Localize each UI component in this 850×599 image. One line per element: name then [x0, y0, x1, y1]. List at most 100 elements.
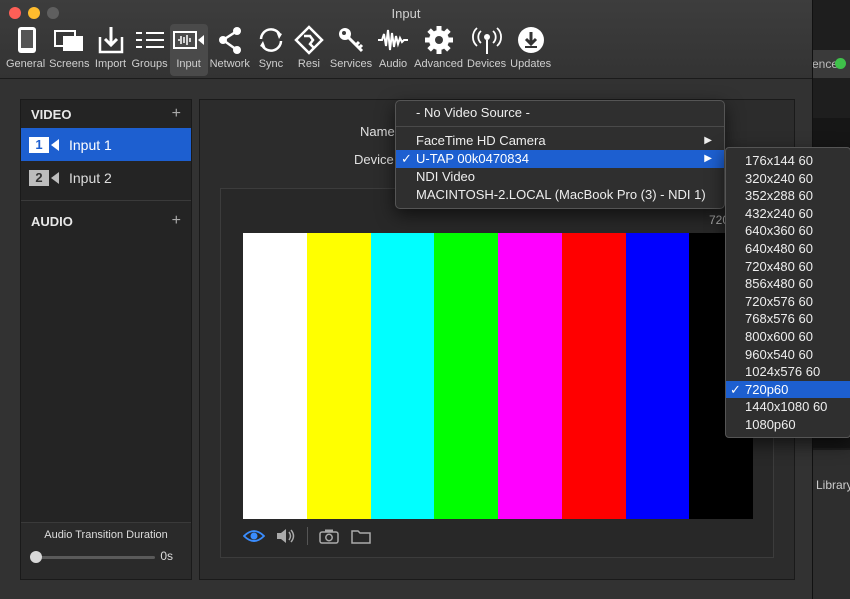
color-bar — [561, 233, 626, 519]
format-menu-item[interactable]: 800x600 60 — [726, 328, 850, 346]
format-menu-item-label: 432x240 60 — [745, 205, 813, 221]
tab-devices[interactable]: Devices — [465, 24, 508, 76]
menu-item-no-video-source[interactable]: - No Video Source - — [396, 104, 724, 122]
menu-item-u-tap[interactable]: ✓ U-TAP 00k0470834 ▶ — [396, 150, 724, 168]
menu-item-label: U-TAP 00k0470834 — [416, 151, 529, 166]
tab-label: Devices — [467, 58, 507, 70]
network-icon — [213, 24, 247, 56]
tab-label: Services — [329, 58, 373, 70]
groups-icon — [133, 24, 167, 56]
submenu-arrow-icon: ▶ — [704, 153, 712, 164]
camera-icon — [51, 138, 59, 151]
tab-resi[interactable]: Resi — [290, 24, 328, 76]
format-menu-item-label: 320x240 60 — [745, 170, 813, 186]
menu-separator — [396, 126, 724, 127]
format-menu-item-label: 720p60 — [745, 381, 789, 397]
audio-transition-slider-knob[interactable] — [30, 551, 42, 563]
screens-icon — [52, 24, 86, 56]
tab-advanced[interactable]: Advanced — [412, 24, 465, 76]
sidebar-item-input-1[interactable]: 1 Input 1 — [21, 128, 191, 161]
format-menu-item[interactable]: 1024x576 60 — [726, 363, 850, 381]
format-menu-item[interactable]: 720x480 60 — [726, 258, 850, 276]
checkmark-icon: ✓ — [401, 151, 412, 166]
color-bar — [434, 233, 498, 519]
sidebar-item-input-2[interactable]: 2 Input 2 — [21, 161, 191, 194]
tab-audio[interactable]: Audio — [374, 24, 412, 76]
format-menu-item[interactable]: 640x360 60 — [726, 222, 850, 240]
audio-transition-value: 0s — [160, 549, 173, 563]
menu-item-macintosh-ndi[interactable]: MACINTOSH-2.LOCAL (MacBook Pro (3) - NDI… — [396, 186, 724, 204]
format-menu-item-label: 720x576 60 — [745, 293, 813, 309]
color-bar — [243, 233, 307, 519]
import-icon — [94, 24, 128, 56]
format-menu-item[interactable]: ✓ 720p60 — [726, 380, 850, 399]
format-menu-item[interactable]: 960x540 60 — [726, 346, 850, 364]
status-dot-green — [835, 58, 846, 69]
format-menu-item[interactable]: 176x144 60 — [726, 152, 850, 170]
tab-label: Advanced — [414, 58, 464, 70]
tab-import[interactable]: Import — [92, 24, 130, 76]
tab-label: Input — [176, 58, 201, 70]
format-menu-item-label: 720x480 60 — [745, 258, 813, 274]
folder-icon[interactable] — [350, 527, 372, 545]
inputs-sidebar: VIDEO + 1 Input 1 2 Input 2 AUDIO + Audi… — [20, 99, 192, 580]
checkmark-icon: ✓ — [730, 381, 741, 397]
format-menu-item[interactable]: 640x480 60 — [726, 240, 850, 258]
format-menu-item[interactable]: 856x480 60 — [726, 275, 850, 293]
tab-updates[interactable]: Updates — [508, 24, 553, 76]
advanced-gear-icon — [422, 24, 456, 56]
format-menu-item-label: 1080p60 — [745, 417, 796, 432]
devices-antenna-icon — [470, 24, 504, 56]
camera-snapshot-icon[interactable] — [318, 527, 340, 545]
speaker-icon[interactable] — [275, 527, 297, 545]
color-bar — [498, 233, 562, 519]
controls-divider — [307, 527, 308, 545]
format-menu-item[interactable]: 1080p60 — [726, 416, 850, 434]
audio-waveform-icon — [376, 24, 410, 56]
tab-label: Updates — [510, 58, 552, 70]
device-dropdown-menu: - No Video Source - FaceTime HD Camera ▶… — [395, 100, 725, 209]
tab-services[interactable]: Services — [328, 24, 374, 76]
audio-section-title: AUDIO — [31, 213, 73, 229]
color-bar — [370, 233, 435, 519]
format-menu-item-label: 856x480 60 — [745, 276, 813, 292]
input-label: Input 1 — [69, 136, 112, 153]
format-menu-item[interactable]: 720x576 60 — [726, 293, 850, 311]
add-audio-input-button[interactable]: + — [172, 212, 181, 230]
format-menu-item[interactable]: 320x240 60 — [726, 170, 850, 188]
menu-item-label: MACINTOSH-2.LOCAL (MacBook Pro (3) - NDI… — [416, 187, 706, 202]
submenu-arrow-icon: ▶ — [704, 135, 712, 146]
format-menu-item[interactable]: 768x576 60 — [726, 310, 850, 328]
format-menu-item-label: 176x144 60 — [745, 153, 813, 168]
audio-transition-slider-track[interactable] — [33, 556, 155, 559]
tab-groups[interactable]: Groups — [130, 24, 170, 76]
window-title: Input — [391, 6, 421, 21]
video-section-title: VIDEO — [31, 106, 72, 122]
device-field-label: Device — [354, 152, 394, 167]
menu-item-label: - No Video Source - — [416, 105, 530, 120]
input-number-badge: 2 — [29, 169, 49, 186]
preview-controls — [243, 527, 372, 545]
video-preview-panel: 720 — [220, 188, 774, 558]
audio-transition-label: Audio Transition Duration — [44, 529, 168, 541]
color-bar — [625, 233, 690, 519]
audio-transition-panel: Audio Transition Duration 0s — [21, 522, 191, 579]
add-video-input-button[interactable]: + — [172, 105, 181, 123]
color-bar — [306, 233, 371, 519]
format-menu-item-label: 768x576 60 — [745, 311, 813, 327]
input-number-badge: 1 — [29, 136, 49, 153]
format-menu-item-label: 1024x576 60 — [745, 364, 821, 380]
tab-screens[interactable]: Screens — [47, 24, 91, 76]
format-menu-item[interactable]: 352x288 60 — [726, 187, 850, 205]
menu-item-ndi-video[interactable]: NDI Video — [396, 168, 724, 186]
tab-sync[interactable]: Sync — [252, 24, 290, 76]
tab-general[interactable]: General — [4, 24, 47, 76]
tab-network[interactable]: Network — [208, 24, 252, 76]
tab-label: Sync — [258, 58, 284, 70]
menu-item-facetime-hd-camera[interactable]: FaceTime HD Camera ▶ — [396, 132, 724, 150]
tab-label: General — [6, 58, 46, 70]
eye-icon[interactable] — [243, 527, 265, 545]
format-menu-item[interactable]: 1440x1080 60 — [726, 398, 850, 416]
format-menu-item[interactable]: 432x240 60 — [726, 205, 850, 223]
tab-input[interactable]: Input — [169, 24, 208, 76]
